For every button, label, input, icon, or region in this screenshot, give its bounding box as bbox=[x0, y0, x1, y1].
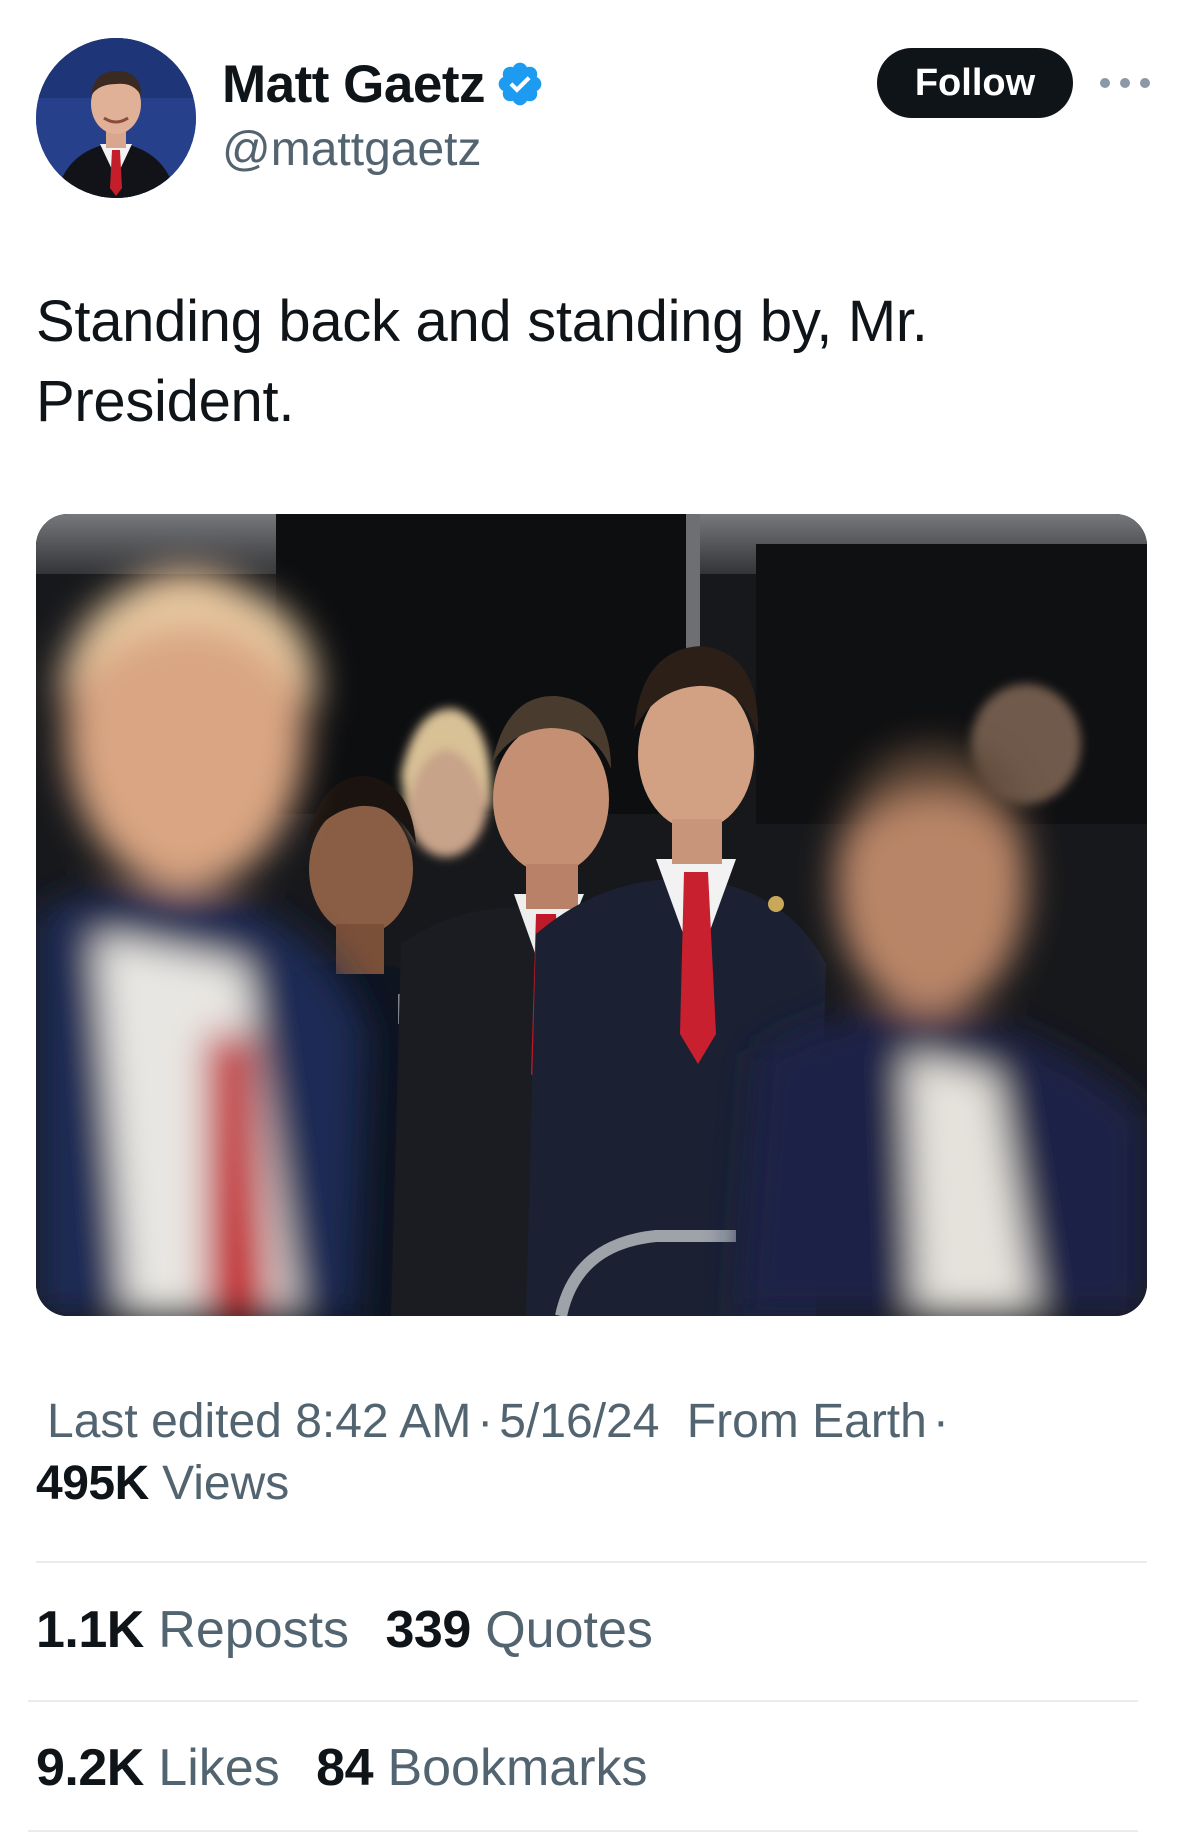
views-row: 495K Views bbox=[36, 1456, 289, 1511]
divider bbox=[28, 1830, 1138, 1832]
reposts-label: Reposts bbox=[158, 1601, 350, 1659]
avatar[interactable] bbox=[36, 38, 196, 198]
author-name-row[interactable]: Matt Gaetz bbox=[222, 52, 545, 116]
tweet-source: From Earth bbox=[686, 1395, 927, 1448]
likes-label: Likes bbox=[158, 1739, 280, 1797]
dot bbox=[1100, 78, 1110, 88]
views-count: 495K bbox=[36, 1457, 149, 1510]
quotes-stat[interactable]: 339 Quotes bbox=[386, 1600, 653, 1660]
dot bbox=[1120, 78, 1130, 88]
follow-button[interactable]: Follow bbox=[877, 48, 1073, 118]
engagement-stats-row-1: 1.1K Reposts 339 Quotes bbox=[36, 1600, 675, 1660]
reposts-count: 1.1K bbox=[36, 1601, 144, 1659]
author-name[interactable]: Matt Gaetz bbox=[222, 54, 485, 115]
reposts-stat[interactable]: 1.1K Reposts bbox=[36, 1600, 349, 1660]
dot bbox=[1140, 78, 1150, 88]
tweet-photo[interactable] bbox=[36, 514, 1147, 1316]
tweet-meta: Last edited 8:42 AM · 5/16/24 From Earth · bbox=[47, 1394, 955, 1449]
quotes-label: Quotes bbox=[485, 1601, 653, 1659]
tweet-date[interactable]: 5/16/24 bbox=[499, 1395, 659, 1448]
bookmarks-count: 84 bbox=[316, 1739, 373, 1797]
bookmarks-stat[interactable]: 84 Bookmarks bbox=[316, 1738, 647, 1798]
verified-badge-icon bbox=[495, 59, 545, 109]
likes-count: 9.2K bbox=[36, 1739, 144, 1797]
author-handle[interactable]: @mattgaetz bbox=[222, 122, 482, 177]
more-options-icon[interactable] bbox=[1100, 66, 1150, 100]
likes-stat[interactable]: 9.2K Likes bbox=[36, 1738, 280, 1798]
tweet-time[interactable]: 8:42 AM bbox=[295, 1395, 471, 1448]
quotes-count: 339 bbox=[385, 1601, 472, 1659]
bookmarks-label: Bookmarks bbox=[387, 1739, 648, 1797]
tweet-text: Standing back and standing by, Mr. Presi… bbox=[36, 289, 928, 434]
engagement-stats-row-2: 9.2K Likes 84 Bookmarks bbox=[36, 1738, 670, 1798]
views-label: Views bbox=[162, 1457, 290, 1510]
separator: · bbox=[932, 1395, 949, 1448]
edited-label[interactable]: Last edited bbox=[47, 1395, 282, 1448]
separator: · bbox=[477, 1395, 494, 1448]
divider bbox=[36, 1561, 1147, 1563]
divider bbox=[28, 1700, 1138, 1702]
